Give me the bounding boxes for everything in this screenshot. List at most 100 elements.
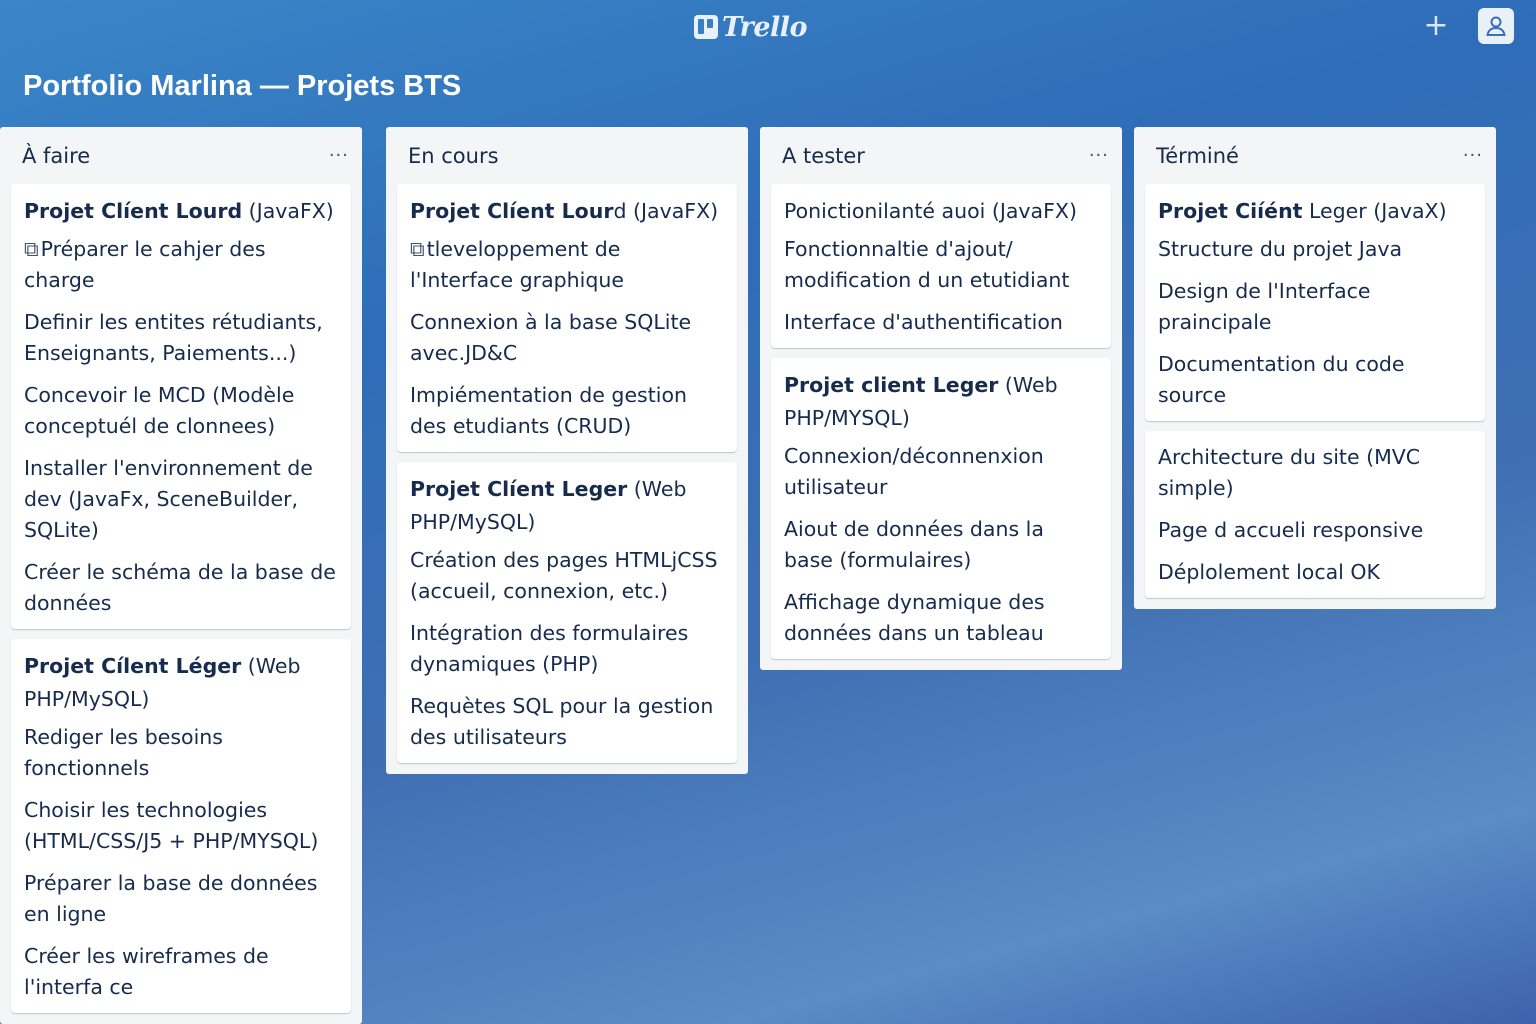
list-4: Términé ··· Projet Ciíént Leger (JavaX) Str… [1134, 127, 1496, 609]
list-3: A tester ··· Ponictionilanté auoi (JavaFX)… [760, 127, 1122, 670]
checklist-item-text: Intégration des formulaires dynamiques (… [410, 621, 689, 676]
logo-text: Trello [722, 11, 808, 43]
checklist-item[interactable]: Préparer la base de données en ligne [24, 868, 339, 930]
list-header: En cours [397, 127, 737, 184]
trello-board-icon [694, 15, 718, 39]
checklist-item[interactable]: Architecture du site (MVC simple) [1158, 442, 1473, 504]
card[interactable]: Projet Clíent Leger (Web PHP/MySQL) Créat… [397, 462, 737, 763]
checklist-item[interactable]: Definir les entites rétudiants, Enseigna… [24, 307, 339, 369]
card-title-bold: Projet Clíent Leger [410, 477, 628, 501]
card-title: Projet Ciíént Leger (JavaX) [1158, 195, 1473, 228]
card[interactable]: Architecture du site (MVC simple) Page d … [1145, 431, 1485, 598]
list-menu-icon[interactable]: ··· [1089, 146, 1109, 165]
list-1: À faire ··· Projet Clíent Lourd (JavaFX) ⧉P… [0, 127, 362, 1024]
trello-logo[interactable]: Trello [694, 11, 808, 43]
checklist-item[interactable]: Connexion à la base SQLite avec.JD&C [410, 307, 725, 369]
checklist-item[interactable]: Connexion/déconnenxion utilisateur [784, 441, 1099, 503]
card-title: Ponictionilanté auoi (JavaFX) [784, 195, 1099, 228]
list-title[interactable]: A tester [782, 144, 865, 168]
card-title: Projet client Leger (Web PHP/MYSQL) [784, 369, 1099, 435]
checklist-item-text: Déplolement local OK [1158, 560, 1380, 584]
avatar[interactable] [1478, 8, 1514, 44]
card-title-rest: (JavaFX) [242, 199, 334, 223]
list-2: En cours Projet Clíent Lourd (JavaFX) ⧉tle… [386, 127, 748, 774]
checklist-item[interactable]: Design de l'Interface praincipale [1158, 276, 1473, 338]
checklist-item-text: Interface d'authentification [784, 310, 1063, 334]
checklist-item[interactable]: Créer le schéma de la base de données [24, 557, 339, 619]
top-bar: Trello + [0, 0, 1536, 56]
checklist-item[interactable]: Documentation du code source [1158, 349, 1473, 411]
card-title-bold: Projet client Leger [784, 373, 999, 397]
list-title[interactable]: À faire [22, 144, 90, 168]
checklist-item[interactable]: Déplolement local OK [1158, 557, 1473, 588]
card-title: Projet Cílent Léger (Web PHP/MySQL) [24, 650, 339, 716]
checklist-item-text: Préparer le cahjer des charge [24, 237, 266, 292]
card-title: Projet Clíent Leger (Web PHP/MySQL) [410, 473, 725, 539]
card-title-bold: Projet Clíent Lour [410, 199, 614, 223]
list-title[interactable]: Términé [1156, 144, 1239, 168]
checklist-icon: ⧉ [410, 237, 425, 261]
checklist-item-text: Aiout de données dans la base (formulair… [784, 517, 1044, 572]
card-title-bold: Projet Clíent Lourd [24, 199, 243, 223]
card-title: Projet Clíent Lourd (JavaFX) [410, 195, 725, 228]
checklist-item-text: Affichage dynamique des données dans un … [784, 590, 1045, 645]
card[interactable]: Projet Ciíént Leger (JavaX) Structure du … [1145, 184, 1485, 421]
checklist-item-text: Créer les wireframes de l'interfa ce [24, 944, 269, 999]
list-title[interactable]: En cours [408, 144, 499, 168]
checklist-item-text: Impiémentation de gestion des etudiants … [410, 383, 688, 438]
checklist-item[interactable]: Intégration des formulaires dynamiques (… [410, 618, 725, 680]
checklist-item-text: Concevoir le MCD (Modèle conceptuél de c… [24, 383, 295, 438]
checklist-item[interactable]: ⧉tlevelоppement de l'Interface graphique [410, 234, 725, 296]
board-title[interactable]: Portfolio Marlina — Projets BTS [23, 70, 461, 103]
checklist-item-text: Design de l'Interface praincipale [1158, 279, 1371, 334]
card[interactable]: Ponictionilanté auoi (JavaFX) Fonctionnal… [771, 184, 1111, 348]
checklist-item-text: Architecture du site (MVC simple) [1158, 445, 1421, 500]
checklist-item-text: Definir les entites rétudiants, Enseigna… [24, 310, 323, 365]
checklist-item[interactable]: ⧉Préparer le cahjer des charge [24, 234, 339, 296]
card-title: Projet Clíent Lourd (JavaFX) [24, 195, 339, 228]
card-title-bold: Projet Cílent Léger [24, 654, 242, 678]
checklist-item-text: tlevelоppement de l'Interface graphique [410, 237, 624, 292]
checklist-item-text: Page d accueli responsive [1158, 518, 1424, 542]
checklist-item[interactable]: Impiémentation de gestion des etudiants … [410, 380, 725, 442]
card-title-bold: Projet Ciíént [1158, 199, 1303, 223]
checklist-item[interactable]: Affichage dynamique des données dans un … [784, 587, 1099, 649]
list-header: Términé ··· [1145, 127, 1485, 184]
checklist-item-text: Structure du projet Java [1158, 237, 1403, 261]
checklist-item[interactable]: Installer l'environnement de dev (JavaFx… [24, 453, 339, 546]
checklist-item-text: Requètes SQL pour la gestion des utilisa… [410, 694, 714, 749]
card-title-rest: d (JavaFX) [613, 199, 719, 223]
checklist-item-text: Connexion à la base SQLite avec.JD&C [410, 310, 692, 365]
card[interactable]: Projet Cílent Léger (Web PHP/MySQL) Redig… [11, 639, 351, 1013]
checklist-item[interactable]: Aiout de données dans la base (formulair… [784, 514, 1099, 576]
checklist-item-text: Création des pages HTMLjCSS (accueil, co… [410, 548, 718, 603]
checklist-item[interactable]: Requètes SQL pour la gestion des utilisa… [410, 691, 725, 753]
checklist-item[interactable]: Structure du projet Java [1158, 234, 1473, 265]
checklist-item[interactable]: Création des pages HTMLjCSS (accueil, co… [410, 545, 725, 607]
card-title-rest: Leger (JavaX) [1302, 199, 1447, 223]
create-button[interactable]: + [1420, 11, 1452, 42]
card[interactable]: Projet Clíent Lourd (JavaFX) ⧉Préparer le… [11, 184, 351, 629]
card[interactable]: Projet client Leger (Web PHP/MYSQL) Conne… [771, 358, 1111, 659]
checklist-item[interactable]: Créer les wireframes de l'interfa ce [24, 941, 339, 1003]
list-menu-icon[interactable]: ··· [1463, 146, 1483, 165]
checklist-item-text: Connexion/déconnenxion utilisateur [784, 444, 1044, 499]
checklist-item-text: Préparer la base de données en ligne [24, 871, 318, 926]
checklist-item-text: Documentation du code source [1158, 352, 1405, 407]
checklist-item-text: Installer l'environnement de dev (JavaFx… [24, 456, 313, 542]
checklist-item[interactable]: Rediger les besoins fonctionnels [24, 722, 339, 784]
list-menu-icon[interactable]: ··· [329, 146, 349, 165]
checklist-item[interactable]: Fonctionnaltie d'ajout/ modification d u… [784, 234, 1099, 296]
user-icon [1486, 16, 1506, 36]
checklist-item-text: Fonctionnaltie d'ajout/ modification d u… [784, 237, 1070, 292]
checklist-item-text: Créer le schéma de la base de données [24, 560, 336, 615]
checklist-item[interactable]: Concevoir le MCD (Modèle conceptuél de c… [24, 380, 339, 442]
checklist-item[interactable]: Page d accueli responsive [1158, 515, 1473, 546]
card-title-rest: Ponictionilanté auoi (JavaFX) [784, 199, 1077, 223]
list-header: À faire ··· [11, 127, 351, 184]
card[interactable]: Projet Clíent Lourd (JavaFX) ⧉tlevelоppem… [397, 184, 737, 452]
checklist-item[interactable]: Choisir les technologies (HTML/CSS/J5 + … [24, 795, 339, 857]
checklist-icon: ⧉ [24, 237, 39, 261]
checklist-item-text: Choisir les technologies (HTML/CSS/J5 + … [24, 798, 319, 853]
checklist-item[interactable]: Interface d'authentification [784, 307, 1099, 338]
